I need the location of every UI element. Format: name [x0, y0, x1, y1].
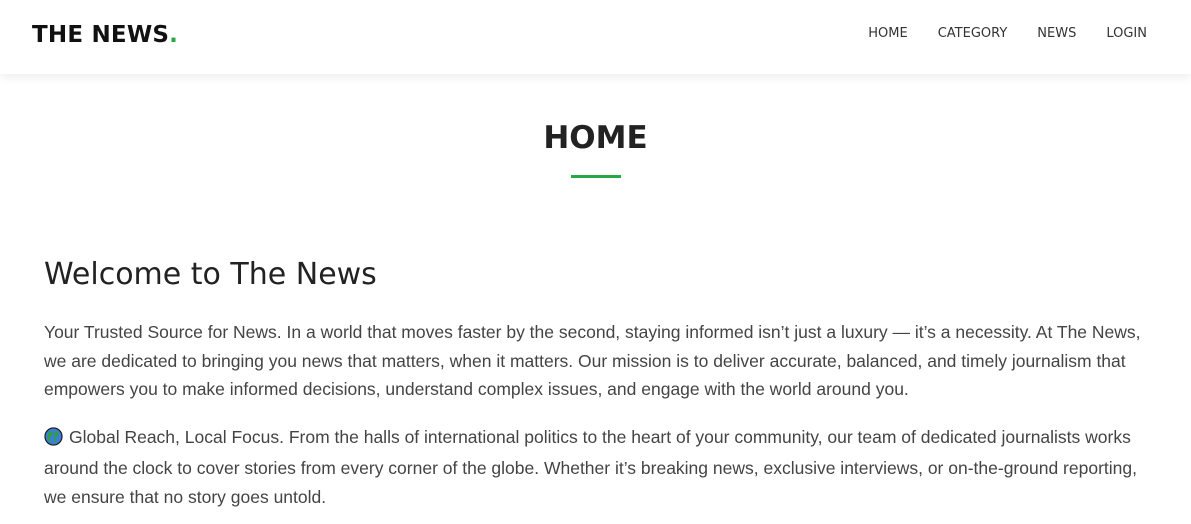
nav-item-category[interactable]: CATEGORY: [938, 26, 1008, 42]
nav-item-login[interactable]: LOGIN: [1106, 26, 1147, 42]
globe-icon: [44, 426, 63, 455]
main-content: Welcome to The News Your Trusted Source …: [44, 256, 1144, 511]
brand-dot: .: [169, 22, 179, 48]
welcome-heading: Welcome to The News: [44, 257, 377, 292]
brand-logo[interactable]: THE NEWS.: [32, 20, 178, 50]
page-title: HOME: [543, 120, 648, 156]
nav-item-home[interactable]: HOME: [868, 26, 907, 42]
title-underline: [570, 175, 621, 178]
navbar: THE NEWS. HOME CATEGORY NEWS LOGIN: [0, 0, 1191, 74]
brand-name: THE NEWS: [32, 22, 170, 48]
nav-item-news[interactable]: NEWS: [1037, 26, 1076, 42]
main-nav: HOME CATEGORY NEWS LOGIN: [838, 26, 1147, 42]
page-header: HOME: [0, 74, 1191, 178]
global-reach-text: Global Reach, Local Focus. From the hall…: [44, 426, 1137, 507]
global-reach-paragraph: Global Reach, Local Focus. From the hall…: [44, 423, 1144, 512]
intro-paragraph: Your Trusted Source for News. In a world…: [44, 322, 1141, 399]
